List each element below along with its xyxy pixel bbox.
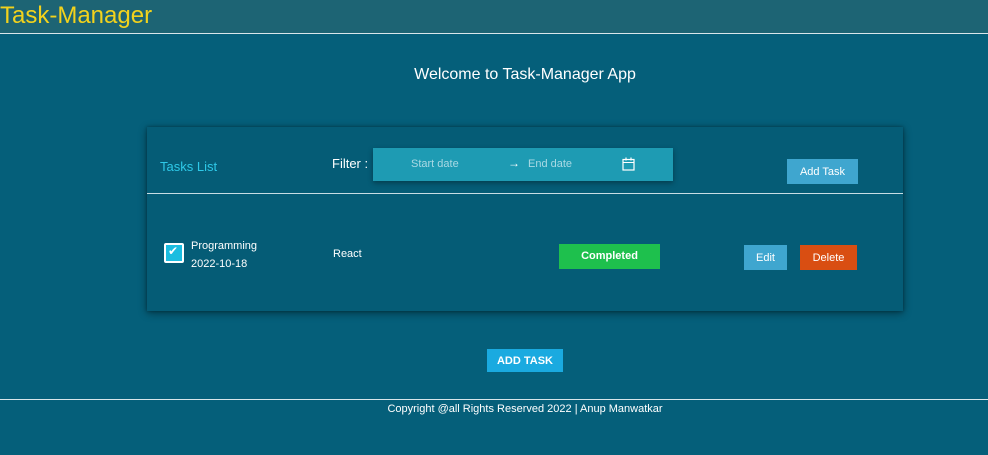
add-task-button[interactable]: Add Task — [787, 159, 858, 184]
edit-button[interactable]: Edit — [744, 245, 787, 270]
task-date: 2022-10-18 — [191, 258, 248, 270]
end-date-input[interactable]: End date — [528, 158, 572, 170]
status-badge: Completed — [559, 244, 660, 269]
task-tag: React — [333, 248, 362, 260]
footer-copyright: Copyright @all Rights Reserved 2022 | An… — [387, 403, 663, 415]
brand-title[interactable]: Task-Manager — [0, 2, 152, 30]
navbar: Task-Manager — [0, 0, 988, 34]
main-add-task-button[interactable]: ADD TASK — [487, 349, 563, 372]
date-range-picker[interactable]: Start date → End date — [373, 148, 673, 181]
arrow-right-icon: → — [508, 156, 520, 170]
tasks-list-title: Tasks List — [160, 159, 218, 174]
footer-divider — [0, 399, 988, 400]
welcome-heading: Welcome to Task-Manager App — [414, 66, 636, 83]
calendar-icon[interactable] — [622, 157, 635, 171]
checkmark-icon: ✔ — [168, 244, 179, 258]
start-date-input[interactable]: Start date — [411, 158, 459, 170]
card-divider — [147, 193, 903, 194]
task-name: Programming — [191, 240, 258, 252]
filter-label: Filter : — [332, 156, 369, 171]
delete-button[interactable]: Delete — [800, 245, 857, 270]
tasks-card: Tasks List Filter : Start date → End dat… — [147, 127, 903, 311]
task-checkbox[interactable]: ✔ — [164, 243, 184, 263]
